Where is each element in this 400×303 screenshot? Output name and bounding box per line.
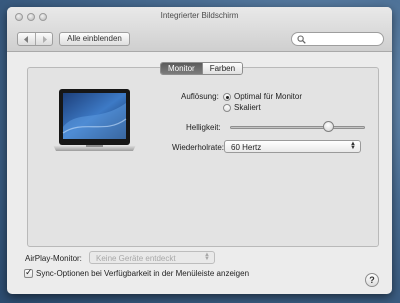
chevron-left-icon: [24, 36, 28, 43]
sync-options-label[interactable]: Sync-Optionen bei Verfügbarkeit in der M…: [36, 269, 249, 278]
updown-arrows-icon: ▲ ▼: [350, 141, 356, 151]
preferences-window: Integrierter Bildschirm Alle einblenden: [7, 7, 392, 294]
search-input[interactable]: [308, 34, 378, 44]
checkmark-icon: ✓: [25, 267, 33, 277]
help-button[interactable]: ?: [365, 273, 379, 287]
airplay-value: Keine Geräte entdeckt: [96, 254, 176, 263]
resolution-scaled-radio[interactable]: [223, 104, 231, 112]
airplay-label: AirPlay-Monitor:: [25, 254, 82, 263]
airplay-popup[interactable]: Keine Geräte entdeckt ▲ ▼: [89, 251, 215, 264]
refresh-rate-popup[interactable]: 60 Hertz ▲ ▼: [224, 140, 361, 153]
brightness-label: Helligkeit:: [186, 123, 221, 132]
laptop-image: [53, 89, 136, 151]
sync-options-checkbox[interactable]: ✓: [24, 267, 33, 278]
back-forward-control: [17, 32, 53, 46]
refresh-rate-value: 60 Hertz: [231, 143, 262, 152]
resolution-optimal-radio[interactable]: [223, 93, 231, 101]
chevron-right-icon: [42, 36, 47, 43]
title-bar: Integrierter Bildschirm Alle einblenden: [7, 7, 392, 52]
refresh-rate-label: Wiederholrate:: [172, 143, 225, 152]
brightness-slider-track[interactable]: [230, 126, 365, 129]
tab-monitor[interactable]: Monitor: [161, 63, 202, 74]
resolution-scaled-label[interactable]: Skaliert: [234, 103, 261, 112]
resolution-label: Auflösung:: [181, 92, 219, 101]
resolution-optimal-label[interactable]: Optimal für Monitor: [234, 92, 302, 101]
updown-arrows-icon: ▲ ▼: [204, 252, 210, 262]
forward-button[interactable]: [34, 33, 53, 45]
tab-farben[interactable]: Farben: [201, 63, 243, 74]
window-title: Integrierter Bildschirm: [160, 11, 239, 20]
back-button[interactable]: [18, 33, 35, 45]
brightness-slider-knob[interactable]: [323, 121, 335, 132]
magnifier-icon: [297, 35, 306, 44]
search-field[interactable]: [291, 32, 384, 46]
segmented-tabs: Monitor Farben: [160, 62, 244, 75]
show-all-button[interactable]: Alle einblenden: [59, 32, 130, 46]
